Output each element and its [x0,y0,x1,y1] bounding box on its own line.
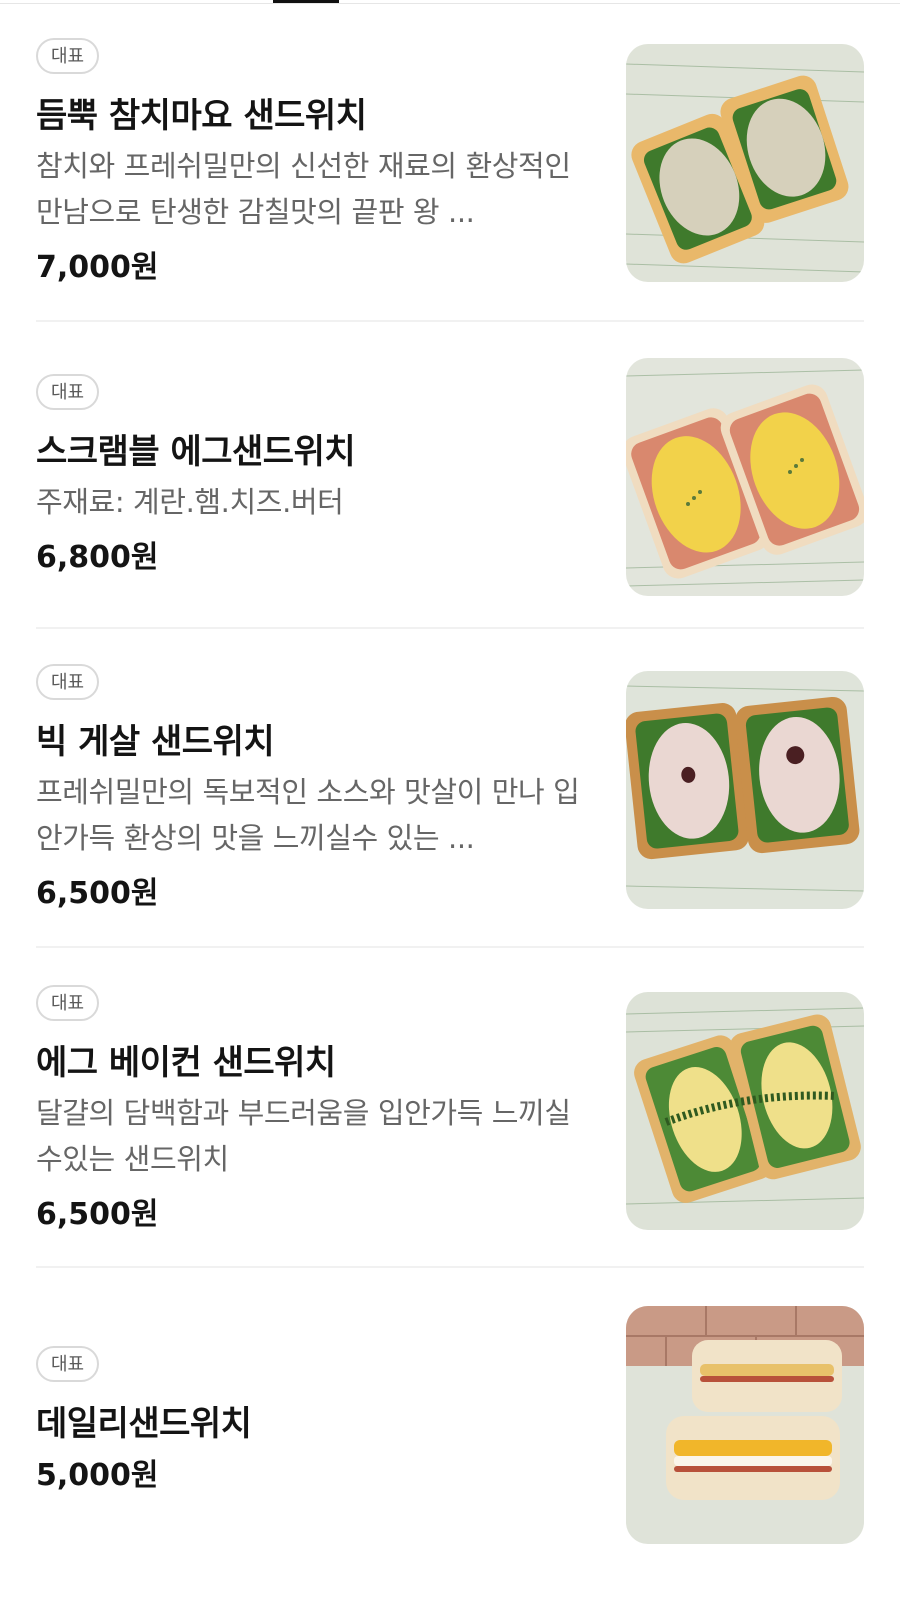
top-tab-bar [0,0,900,4]
menu-item-name: 스크램블 에그샌드위치 [36,432,356,472]
tuna-sandwich-photo[interactable] [626,44,864,282]
menu-item-description: 참치와 프레쉬밀만의 신선한 재료의 환상적인 만남으로 탄생한 감칠맛의 끝판… [36,149,571,229]
menu-item-price: 6,500원 [36,876,159,911]
active-tab-indicator [273,0,339,3]
item-divider [36,627,864,629]
crab-sandwich-photo[interactable] [626,671,864,909]
item-divider [36,946,864,948]
menu-item-description: 달걀의 담백함과 부드러움을 입안가득 느끼실수있는 샌드위치 [36,1096,571,1176]
signature-badge: 대표 [36,664,100,700]
item-divider [36,320,864,322]
menu-item-price: 6,500원 [36,1197,159,1232]
menu-item[interactable]: 대표 빅 게살 샌드위치 프레쉬밀만의 독보적인 소스와 맛살이 만나 입안가득… [36,664,864,914]
menu-item-name: 에그 베이컨 샌드위치 [36,1043,336,1083]
item-divider [36,1266,864,1268]
menu-item-description: 프레쉬밀만의 독보적인 소스와 맛살이 만나 입안가득 환상의 맛을 느끼실수 … [36,775,580,855]
egg-bacon-sandwich-photo[interactable] [626,992,864,1230]
menu-item-price: 5,000원 [36,1458,159,1493]
menu-item-price: 6,800원 [36,540,159,575]
menu-item[interactable]: 대표 데일리샌드위치 5,000원 [36,1306,864,1546]
signature-badge: 대표 [36,1346,100,1382]
menu-item-name: 데일리샌드위치 [36,1404,252,1444]
menu-item[interactable]: 대표 에그 베이컨 샌드위치 달걀의 담백함과 부드러움을 입안가득 느끼실수있… [36,985,864,1235]
signature-badge: 대표 [36,38,100,74]
scrambled-egg-sandwich-photo[interactable] [626,358,864,596]
signature-badge: 대표 [36,374,100,410]
menu-item-price: 7,000원 [36,250,159,285]
menu-item-name: 듬뿍 참치마요 샌드위치 [36,96,367,136]
menu-item-description: 주재료: 계란.햄.치즈.버터 [36,485,344,519]
menu-item[interactable]: 대표 듬뿍 참치마요 샌드위치 참치와 프레쉬밀만의 신선한 재료의 환상적인 … [36,38,864,288]
menu-item[interactable]: 대표 스크램블 에그샌드위치 주재료: 계란.햄.치즈.버터 6,800원 [36,358,864,604]
daily-sandwich-photo[interactable] [626,1306,864,1544]
signature-badge: 대표 [36,985,100,1021]
menu-item-name: 빅 게살 샌드위치 [36,722,275,762]
